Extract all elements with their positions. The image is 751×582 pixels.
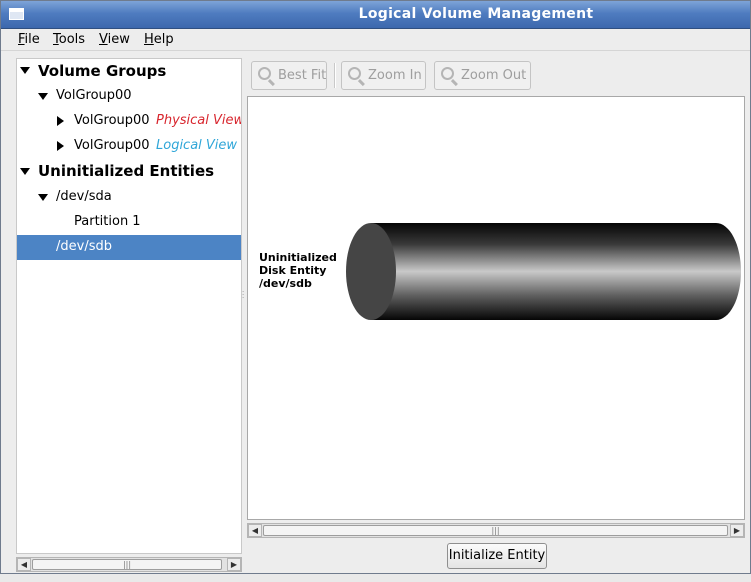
toolbar-separator bbox=[334, 63, 336, 88]
menu-view-mnemonic: V bbox=[99, 32, 108, 47]
zoom-out-label: Zoom Out bbox=[461, 68, 527, 83]
tree-item-sdb[interactable]: /dev/sdb bbox=[17, 235, 241, 260]
scroll-right-icon[interactable]: ▶ bbox=[730, 524, 744, 537]
expander-down-icon[interactable] bbox=[38, 194, 48, 201]
tree-item-physical-view[interactable]: VolGroup00 Physical View bbox=[17, 109, 241, 134]
menu-file-label: ile bbox=[24, 32, 40, 47]
menu-bar: File Tools View Help bbox=[1, 29, 750, 51]
physical-volgroup-label: VolGroup00 bbox=[74, 113, 150, 128]
window-title: Logical Volume Management bbox=[358, 6, 594, 22]
expander-down-icon[interactable] bbox=[20, 168, 30, 175]
menu-view[interactable]: View bbox=[99, 32, 130, 47]
logical-view-tag: Logical View bbox=[156, 138, 238, 153]
zoom-out-button[interactable]: Zoom Out bbox=[434, 61, 531, 90]
expander-down-icon[interactable] bbox=[38, 93, 48, 100]
lvm-tree: Volume Groups VolGroup00 VolGroup00 Phys… bbox=[16, 58, 242, 554]
window-menu-icon[interactable] bbox=[9, 8, 24, 20]
menu-tools[interactable]: Tools bbox=[53, 32, 85, 47]
scroll-left-icon[interactable]: ◀ bbox=[248, 524, 262, 537]
tree-item-partition[interactable]: Partition 1 bbox=[17, 210, 241, 235]
menu-help-label: elp bbox=[153, 32, 174, 47]
tree-item-logical-view[interactable]: VolGroup00 Logical View bbox=[17, 134, 241, 159]
menu-help-mnemonic: H bbox=[144, 32, 154, 47]
canvas-horizontal-scrollbar[interactable]: ◀ ||| ▶ bbox=[247, 523, 745, 538]
scroll-right-icon[interactable]: ▶ bbox=[227, 558, 241, 571]
best-fit-icon bbox=[258, 67, 271, 80]
tree-item-uninitialized[interactable]: Uninitialized Entities bbox=[17, 159, 241, 184]
tree-item-volume-groups[interactable]: Volume Groups bbox=[17, 59, 241, 84]
scroll-left-icon[interactable]: ◀ bbox=[17, 558, 31, 571]
pane-splitter-grip[interactable]: · · · bbox=[242, 289, 246, 302]
initialize-entity-button[interactable]: Initialize Entity bbox=[447, 543, 547, 569]
menu-tools-label: ools bbox=[58, 32, 86, 47]
disk-cylinder-body bbox=[371, 223, 741, 320]
volume-groups-header: Volume Groups bbox=[38, 62, 167, 80]
best-fit-label: Best Fit bbox=[278, 68, 327, 83]
tree-horizontal-scrollbar[interactable]: ◀ ||| ▶ bbox=[16, 557, 242, 572]
zoom-in-label: Zoom In bbox=[368, 68, 422, 83]
tree-item-volgroup[interactable]: VolGroup00 bbox=[17, 84, 241, 109]
scrollbar-thumb[interactable]: ||| bbox=[32, 559, 222, 570]
expander-right-icon[interactable] bbox=[57, 116, 64, 126]
lvm-window: Logical Volume Management File Tools Vie… bbox=[0, 0, 751, 574]
zoom-in-button[interactable]: Zoom In bbox=[341, 61, 426, 90]
scrollbar-thumb[interactable]: ||| bbox=[263, 525, 728, 536]
expander-down-icon[interactable] bbox=[20, 67, 30, 74]
tree-item-sda[interactable]: /dev/sda bbox=[17, 185, 241, 210]
entity-canvas: Uninitialized Disk Entity /dev/sdb bbox=[247, 96, 745, 520]
expander-right-icon[interactable] bbox=[57, 141, 64, 151]
best-fit-button[interactable]: Best Fit bbox=[251, 61, 327, 90]
title-bar[interactable]: Logical Volume Management bbox=[1, 1, 750, 29]
logical-volgroup-label: VolGroup00 bbox=[74, 138, 150, 153]
sda-label: /dev/sda bbox=[56, 189, 112, 204]
uninitialized-header: Uninitialized Entities bbox=[38, 162, 215, 180]
menu-help[interactable]: Help bbox=[144, 32, 174, 47]
sdb-label: /dev/sdb bbox=[56, 239, 112, 254]
physical-view-tag: Physical View bbox=[156, 113, 242, 128]
menu-view-label: iew bbox=[107, 32, 130, 47]
zoom-in-icon bbox=[348, 67, 361, 80]
zoom-out-icon bbox=[441, 67, 454, 80]
menu-file[interactable]: File bbox=[18, 32, 40, 47]
disk-cylinder-end bbox=[346, 223, 396, 320]
partition-label: Partition 1 bbox=[74, 214, 141, 229]
volgroup-label: VolGroup00 bbox=[56, 88, 132, 103]
disk-cylinder[interactable] bbox=[248, 97, 745, 520]
